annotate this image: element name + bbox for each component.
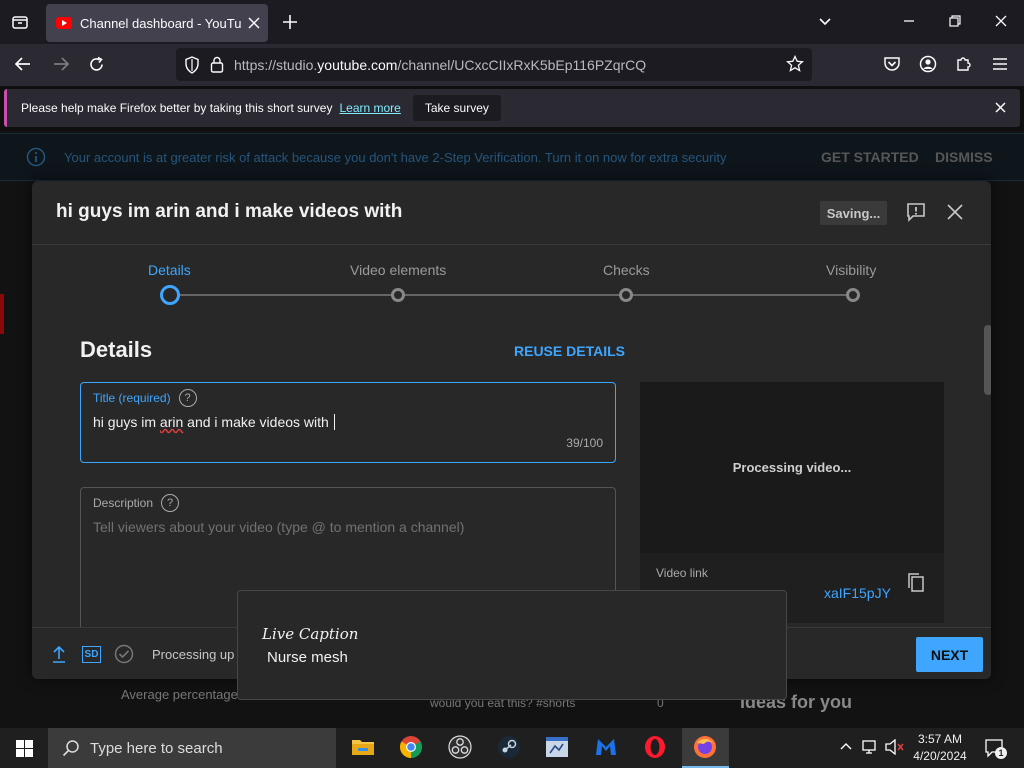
taskbar-search-box[interactable]: Type here to search — [48, 728, 336, 768]
url-text[interactable]: https://studio.youtube.com/channel/UCxcC… — [234, 57, 646, 73]
step-checks-dot[interactable] — [619, 288, 633, 302]
title-character-counter: 39/100 — [566, 436, 603, 450]
live-caption-title: Live Caption — [262, 625, 359, 643]
extensions-puzzle-icon[interactable] — [955, 55, 973, 73]
bookmark-star-icon[interactable] — [786, 55, 804, 73]
chrome-icon[interactable] — [398, 734, 426, 762]
restore-window-icon[interactable] — [948, 14, 962, 28]
obs-studio-icon[interactable] — [447, 734, 475, 762]
sidebar-active-marker — [0, 294, 4, 334]
next-button[interactable]: NEXT — [916, 637, 983, 672]
back-arrow-icon[interactable] — [14, 56, 32, 72]
get-started-button[interactable]: GET STARTED — [821, 149, 919, 165]
description-field-label: Description ? — [93, 494, 180, 512]
description-label-text: Description — [93, 496, 154, 510]
clock-time: 3:57 AM — [917, 732, 963, 746]
live-caption-text: Nurse mesh — [267, 649, 348, 666]
account-avatar-icon[interactable] — [919, 55, 937, 73]
processing-video-text: Processing video... — [732, 460, 852, 475]
copy-link-icon[interactable] — [907, 573, 925, 593]
title-label-text: Title (required) — [93, 391, 171, 405]
tracking-protection-shield-icon[interactable] — [184, 55, 200, 74]
file-explorer-icon[interactable] — [350, 734, 378, 762]
title-field[interactable]: Title (required) ? hi guys im arin and i… — [80, 382, 616, 463]
saving-status-badge: Saving... — [820, 201, 887, 225]
info-icon — [26, 147, 46, 167]
step-details-label[interactable]: Details — [148, 262, 191, 278]
help-question-icon[interactable]: ? — [178, 389, 197, 407]
volume-muted-icon[interactable] — [885, 739, 905, 755]
reuse-details-button[interactable]: REUSE DETAILS — [514, 343, 625, 359]
close-notification-icon[interactable] — [995, 102, 1006, 113]
forward-arrow-icon[interactable] — [52, 56, 70, 72]
firefox-taskbar-active[interactable] — [682, 728, 729, 768]
taskbar-clock[interactable]: 3:57 AM 4/20/2024 — [908, 731, 972, 765]
step-checks-label[interactable]: Checks — [603, 262, 650, 278]
take-survey-button[interactable]: Take survey — [412, 95, 501, 121]
video-link-url[interactable]: xaIF15pJY — [824, 585, 891, 601]
title-field-label: Title (required) ? — [93, 389, 197, 407]
dialog-title: hi guys im arin and i make videos with — [56, 201, 403, 222]
list-all-tabs-chevron-icon[interactable] — [818, 15, 832, 29]
description-placeholder: Tell viewers about your video (type @ to… — [93, 519, 465, 535]
dismiss-button[interactable]: DISMISS — [935, 149, 993, 165]
close-window-icon[interactable] — [994, 14, 1008, 28]
help-question-icon[interactable]: ? — [161, 494, 180, 512]
upload-arrow-icon — [52, 645, 66, 663]
learn-more-link[interactable]: Learn more — [339, 101, 400, 115]
close-dialog-icon[interactable] — [947, 204, 963, 220]
malwarebytes-icon[interactable] — [593, 734, 621, 762]
clock-date: 4/20/2024 — [913, 749, 967, 763]
checks-complete-icon — [114, 644, 134, 664]
live-caption-window[interactable]: Live Caption Nurse mesh — [237, 590, 787, 700]
survey-message: Please help make Firefox better by takin… — [21, 101, 333, 115]
video-link-label: Video link — [656, 566, 708, 580]
step-details-dot[interactable] — [160, 285, 180, 305]
firefox-survey-notification: Please help make Firefox better by takin… — [4, 89, 1020, 127]
app-window-icon[interactable] — [544, 734, 572, 762]
video-preview: Processing video... — [640, 382, 944, 553]
average-percentage-label: Average percentage — [121, 687, 238, 702]
tab-title: Channel dashboard - YouTube Studio — [80, 15, 242, 31]
notification-count-badge: 1 — [995, 747, 1007, 759]
show-hidden-icons-chevron-icon[interactable] — [840, 741, 852, 751]
steam-icon[interactable] — [496, 734, 524, 762]
padlock-icon[interactable] — [210, 56, 224, 73]
step-visibility-label[interactable]: Visibility — [826, 262, 876, 278]
minimize-window-icon[interactable] — [902, 14, 916, 28]
dialog-scrollbar[interactable] — [984, 325, 991, 395]
text-cursor — [333, 414, 339, 430]
tab-overview-icon[interactable] — [10, 12, 30, 32]
browser-tab-active[interactable]: Channel dashboard - YouTube Studio — [46, 4, 268, 42]
magnifier-search-icon — [62, 739, 80, 757]
details-heading: Details — [80, 337, 153, 362]
step-visibility-dot[interactable] — [846, 288, 860, 302]
title-input[interactable]: hi guys im arin and i make videos with — [93, 414, 339, 430]
step-video-elements-label[interactable]: Video elements — [350, 262, 446, 278]
upload-status-text: Processing up — [152, 647, 235, 662]
windows-start-icon[interactable] — [16, 740, 33, 757]
report-issue-icon[interactable] — [906, 202, 926, 222]
network-icon[interactable] — [862, 739, 880, 755]
action-center-notifications-icon[interactable]: 1 — [984, 737, 1007, 759]
tab-close-icon[interactable] — [248, 17, 260, 29]
two-step-verification-warning: Your account is at greater risk of attac… — [0, 133, 1024, 181]
warning-text: Your account is at greater risk of attac… — [64, 149, 727, 165]
reload-icon[interactable] — [88, 56, 105, 73]
firefox-icon — [692, 734, 718, 760]
new-tab-plus-icon[interactable] — [282, 14, 298, 30]
sd-quality-icon: SD — [82, 646, 101, 663]
stepper-track — [170, 294, 854, 296]
opera-icon[interactable] — [642, 734, 670, 762]
studio-sidebar — [0, 182, 32, 728]
search-placeholder: Type here to search — [90, 739, 223, 757]
pocket-icon[interactable] — [883, 56, 901, 73]
step-video-elements-dot[interactable] — [391, 288, 405, 302]
hamburger-menu-icon[interactable] — [992, 57, 1008, 71]
youtube-favicon-icon — [56, 17, 72, 29]
address-bar[interactable]: https://studio.youtube.com/channel/UCxcC… — [176, 48, 812, 81]
